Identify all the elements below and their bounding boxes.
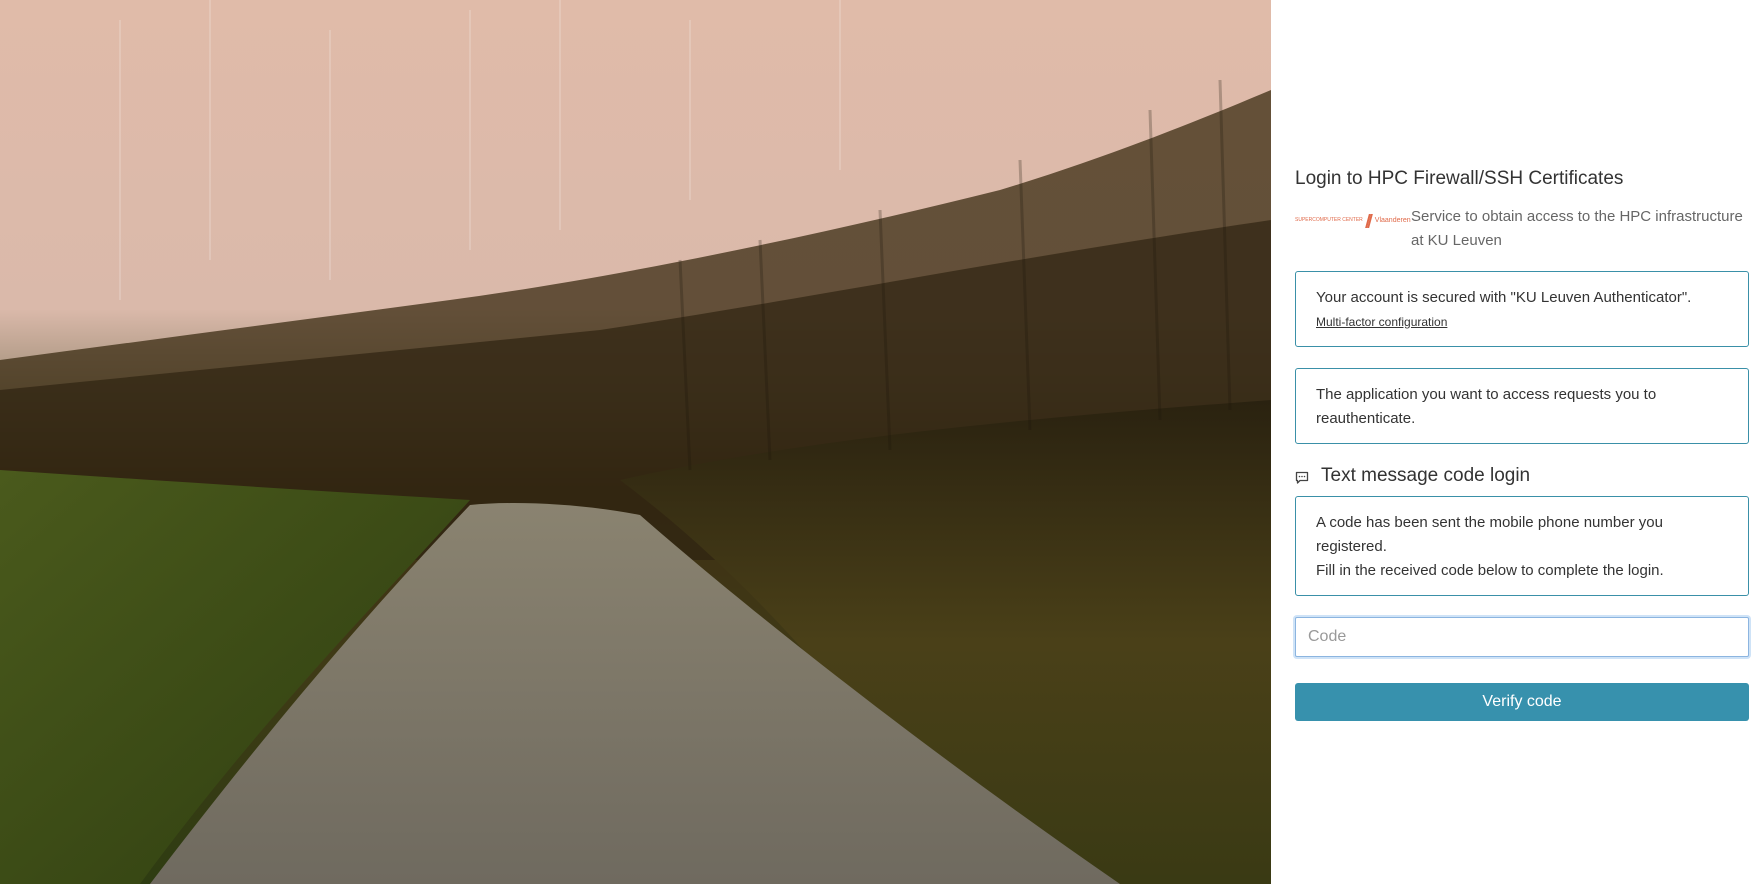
background-image — [0, 0, 1271, 884]
reauthenticate-text: The application you want to access reque… — [1316, 385, 1657, 427]
logo-text-right: Vlaanderen — [1374, 217, 1411, 225]
page-title: Login to HPC Firewall/SSH Certificates — [1295, 168, 1624, 189]
landscape-image — [0, 0, 1271, 884]
service-description: Service to obtain access to the HPC infr… — [1411, 207, 1743, 249]
sms-section-header: Text message code login — [1295, 465, 1749, 488]
sms-section-title: Text message code login — [1321, 464, 1531, 486]
logo-mark-icon — [1364, 213, 1373, 228]
sms-info-line-2: Fill in the received code below to compl… — [1316, 561, 1664, 579]
service-info: SUPERCOMPUTER CENTER Vlaanderen Service … — [1295, 205, 1749, 253]
multi-factor-config-link[interactable]: Multi-factor configuration — [1316, 314, 1447, 330]
verify-code-button[interactable]: Verify code — [1295, 682, 1749, 721]
vsc-logo: SUPERCOMPUTER CENTER Vlaanderen — [1295, 211, 1411, 231]
account-secured-text: Your account is secured with "KU Leuven … — [1316, 288, 1692, 306]
chat-icon — [1295, 471, 1309, 485]
sms-info-notice: A code has been sent the mobile phone nu… — [1295, 495, 1749, 596]
logo-text-left: SUPERCOMPUTER CENTER — [1295, 217, 1363, 224]
reauthenticate-notice: The application you want to access reque… — [1295, 367, 1749, 444]
sms-info-line-1: A code has been sent the mobile phone nu… — [1316, 513, 1663, 555]
code-input[interactable] — [1295, 616, 1749, 657]
account-secured-notice: Your account is secured with "KU Leuven … — [1295, 270, 1749, 347]
login-page: Login to HPC Firewall/SSH Certificates S… — [0, 0, 1763, 884]
login-panel: Login to HPC Firewall/SSH Certificates S… — [1295, 160, 1749, 721]
